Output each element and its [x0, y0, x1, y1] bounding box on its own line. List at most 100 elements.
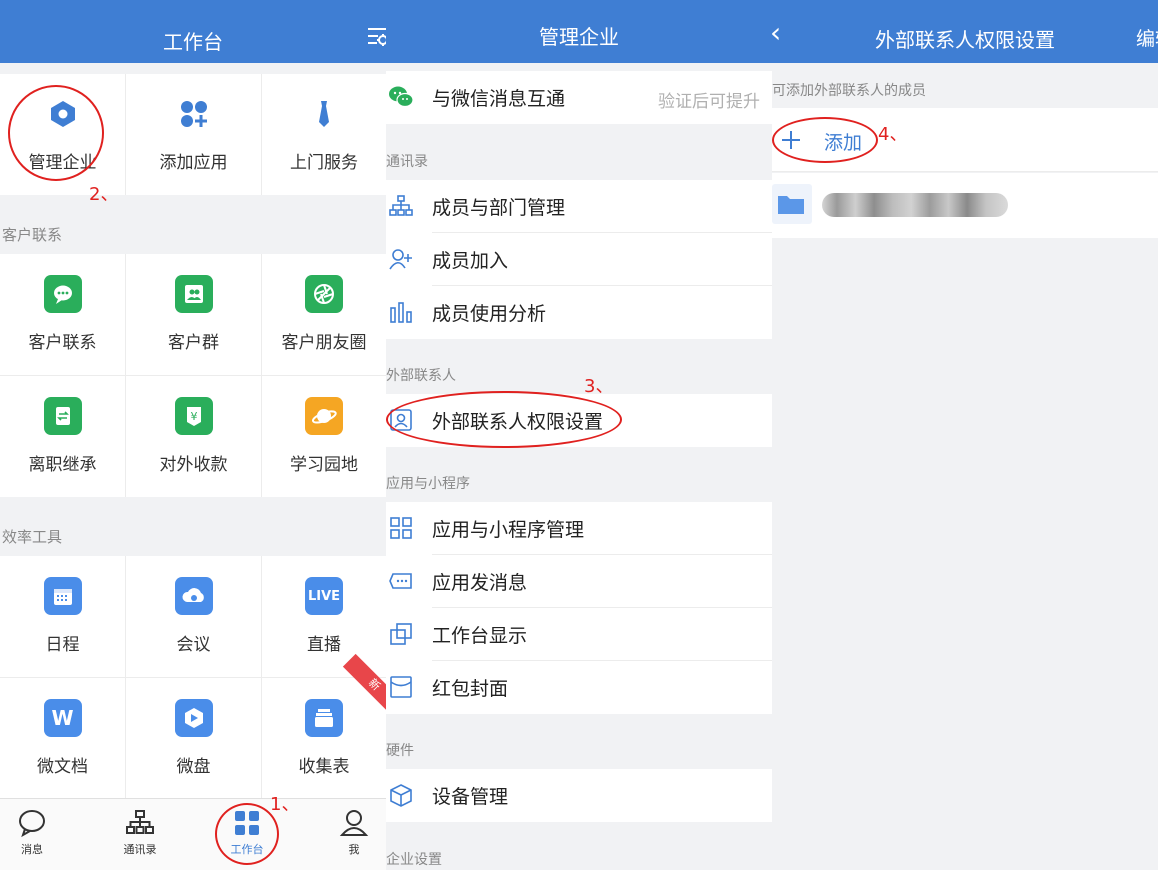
- org-structure-icon: [389, 195, 413, 216]
- app-label: 微文档: [37, 757, 88, 777]
- external-header: ‹ 外部联系人权限设置 编辑: [772, 0, 1158, 63]
- external-permission-panel: ‹ 外部联系人权限设置 编辑 可添加外部联系人的成员 添加 4、: [772, 0, 1158, 870]
- annotation-label: 4、: [878, 124, 908, 145]
- menu-label: 成员使用分析: [432, 303, 547, 325]
- folder-icon: [772, 184, 812, 224]
- hexagon-icon: [44, 95, 82, 133]
- chat-bubble-icon: [43, 275, 82, 313]
- schedule-app[interactable]: 日程: [0, 556, 125, 677]
- overlap-squares-icon: [390, 623, 412, 645]
- new-ribbon-label: 新: [365, 676, 383, 694]
- blurred-member-name: [822, 193, 1008, 217]
- app-miniprogram-row[interactable]: 应用与小程序管理: [386, 502, 772, 555]
- manage-title: 管理企业: [539, 25, 619, 49]
- member-join-row[interactable]: 成员加入: [386, 233, 772, 286]
- message-dots-icon: [389, 573, 412, 589]
- tab-label: 消息: [21, 843, 43, 856]
- cube-icon: [390, 784, 412, 807]
- workbench-header: 工作台: [0, 0, 386, 63]
- tab-label: 通讯录: [123, 843, 157, 856]
- yen-icon: ¥: [174, 397, 213, 435]
- member-analysis-row[interactable]: 成员使用分析: [386, 286, 772, 339]
- tab-label: 工作台: [230, 843, 264, 856]
- transfer-icon: [43, 397, 82, 435]
- contacts-section-label: 通讯录: [386, 154, 428, 170]
- cloud-icon: [174, 577, 213, 615]
- tab-me[interactable]: 我: [322, 799, 386, 870]
- menu-label: 成员与部门管理: [432, 197, 566, 219]
- app-label: 学习园地: [290, 455, 358, 475]
- add-apps-icon: [175, 95, 213, 133]
- disk-icon: [174, 699, 213, 737]
- menu-label: 工作台显示: [432, 625, 528, 647]
- app-label: 管理企业: [28, 153, 97, 173]
- envelope-icon: [390, 676, 412, 698]
- wechat-interop-row[interactable]: 与微信消息互通 验证后可提升: [386, 71, 772, 124]
- hardware-section-label: 硬件: [386, 743, 414, 759]
- app-label: 日程: [45, 635, 80, 655]
- add-person-icon: [389, 249, 412, 270]
- manage-enterprise-app[interactable]: 管理企业: [0, 74, 125, 195]
- app-label: 客户联系: [28, 333, 97, 353]
- external-title: 外部联系人权限设置: [875, 28, 1055, 52]
- add-app-app[interactable]: 添加应用: [125, 74, 261, 195]
- add-label: 添加: [824, 132, 863, 154]
- micro-doc-app[interactable]: W 微文档: [0, 678, 125, 799]
- customer-moments-app[interactable]: 客户朋友圈: [261, 254, 386, 375]
- menu-label: 应用与小程序管理: [432, 519, 585, 541]
- grid-outline-icon: [390, 517, 412, 539]
- doc-w-icon: W: [43, 699, 82, 737]
- add-member-row[interactable]: 添加: [772, 108, 1158, 172]
- micro-disk-app[interactable]: 微盘: [125, 678, 261, 799]
- annotation-label: 3、: [584, 376, 614, 397]
- wechat-icon: [389, 86, 414, 108]
- external-permission-row[interactable]: 外部联系人权限设置: [386, 394, 772, 447]
- tab-contacts[interactable]: 通讯录: [108, 799, 172, 870]
- live-icon: LIVE: [305, 577, 343, 615]
- customer-group-app[interactable]: 客户群: [125, 254, 261, 375]
- member-row[interactable]: [772, 173, 1158, 238]
- meeting-app[interactable]: 会议: [125, 556, 261, 677]
- menu-label: 红包封面: [432, 678, 509, 700]
- plus-icon: [782, 131, 800, 149]
- collect-form-app[interactable]: 收集表: [261, 678, 386, 799]
- tab-messages[interactable]: 消息: [0, 799, 64, 870]
- efficiency-apps-row-1: 日程 会议 LIVE 直播: [0, 556, 386, 677]
- settings-sliders-icon[interactable]: [366, 24, 386, 48]
- menu-label: 外部联系人权限设置: [432, 411, 604, 433]
- workbench-title: 工作台: [163, 30, 223, 54]
- bar-chart-icon: [390, 302, 412, 323]
- external-payment-app[interactable]: ¥ 对外收款: [125, 376, 261, 497]
- live-app[interactable]: LIVE 直播: [261, 556, 386, 677]
- planet-icon: [305, 397, 343, 435]
- person-icon: [339, 810, 369, 836]
- top-apps-row: 管理企业 添加应用 上门服务: [0, 74, 386, 195]
- annotation-label: 1、: [270, 794, 300, 815]
- app-label: 客户群: [168, 333, 219, 353]
- learning-park-app[interactable]: 学习园地: [261, 376, 386, 497]
- onsite-service-app[interactable]: 上门服务: [261, 74, 386, 195]
- edit-button[interactable]: 编辑: [1136, 24, 1158, 51]
- device-manage-row[interactable]: 设备管理: [386, 769, 772, 822]
- workbench-display-row[interactable]: 工作台显示: [386, 608, 772, 661]
- form-tray-icon: [305, 699, 343, 737]
- calendar-icon: [43, 577, 82, 615]
- red-packet-cover-row[interactable]: 红包封面: [386, 661, 772, 714]
- app-label: 收集表: [298, 757, 350, 777]
- manage-header: 管理企业: [386, 0, 772, 63]
- menu-label: 与微信消息互通: [432, 88, 566, 110]
- customer-contact-app[interactable]: 客户联系: [0, 254, 125, 375]
- member-dept-row[interactable]: 成员与部门管理: [386, 180, 772, 233]
- tie-icon: [305, 95, 343, 133]
- grid-icon: [235, 811, 259, 835]
- menu-label: 应用发消息: [432, 572, 528, 594]
- tab-label: 我: [348, 843, 360, 856]
- resign-inherit-app[interactable]: 离职继承: [0, 376, 125, 497]
- app-message-row[interactable]: 应用发消息: [386, 555, 772, 608]
- manage-enterprise-panel: 管理企业 与微信消息互通 验证后可提升 通讯录 成员与部门管理 成员加入 成员使…: [386, 0, 772, 870]
- aperture-icon: [305, 275, 343, 313]
- wechat-hint: 验证后可提升: [658, 92, 760, 112]
- app-label: 会议: [176, 635, 211, 655]
- annotation-label: 2、: [89, 184, 119, 205]
- message-bubble-icon: [19, 810, 45, 838]
